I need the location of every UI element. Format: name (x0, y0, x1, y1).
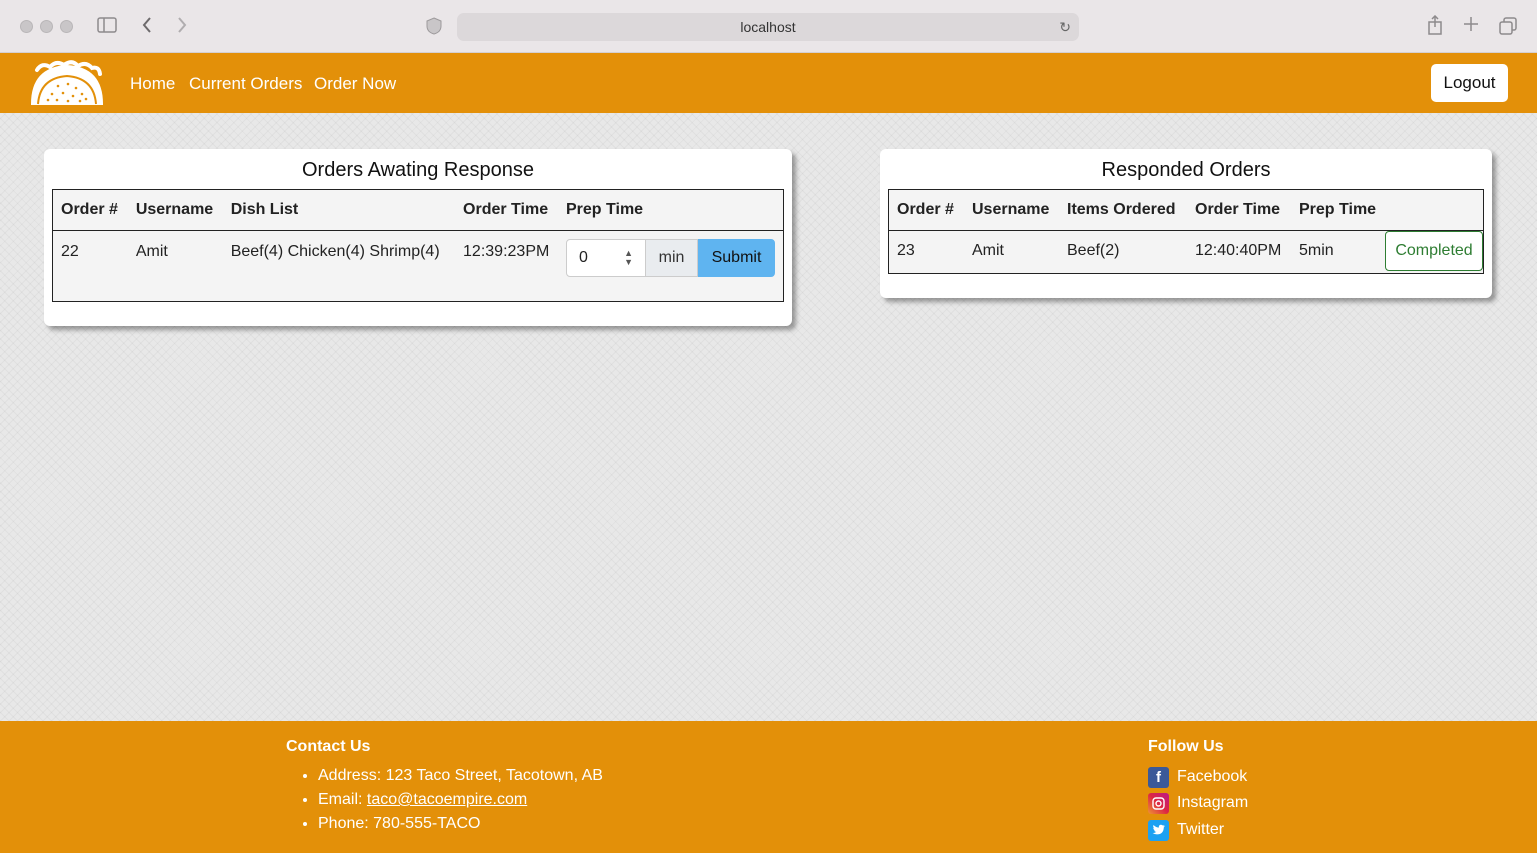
table-row: 23 Amit Beef(2) 12:40:40PM 5min Complete… (889, 230, 1483, 272)
dish-list: Beef(4) Chicken(4) Shrimp(4) (230, 242, 440, 260)
col-order-time: Order Time (1187, 190, 1291, 231)
col-username: Username (964, 190, 1059, 231)
awaiting-orders-title: Orders Awating Response (302, 159, 534, 181)
minimize-window-button[interactable] (40, 20, 53, 33)
responded-orders-card: Responded Orders Order # Username Items … (880, 149, 1492, 298)
table-row: 22 Amit Beef(4) Chicken(4) Shrimp(4) 12:… (53, 230, 783, 300)
instagram-icon (1148, 792, 1169, 814)
contact-address: Address: 123 Taco Street, Tacotown, AB (318, 764, 603, 788)
awaiting-orders-table: Order # Username Dish List Order Time Pr… (52, 189, 784, 302)
stepper-icon[interactable]: ▲ ▼ (624, 248, 633, 267)
reload-icon[interactable]: ↻ (1059, 13, 1071, 41)
prep-time-cell: 0 ▲ ▼ min Submit (558, 230, 783, 300)
prep-time-unit: min (646, 238, 698, 277)
instagram-label: Instagram (1177, 794, 1249, 811)
col-order-number: Order # (53, 190, 128, 231)
table-header-row: Order # Username Dish List Order Time Pr… (53, 190, 783, 231)
order-time: 12:39:23PM (463, 242, 550, 260)
taco-logo-icon[interactable] (28, 58, 106, 108)
share-icon[interactable] (1427, 14, 1443, 39)
col-dish-list: Dish List (222, 190, 456, 231)
prep-time-value: 0 (579, 248, 588, 266)
browser-toolbar: localhost ↻ (0, 0, 1537, 53)
awaiting-orders-card: Orders Awating Response Order # Username… (44, 149, 792, 326)
follow-us-heading: Follow Us (1148, 738, 1224, 755)
site-navbar: Home Current Orders Order Now Logout (0, 53, 1537, 113)
back-icon[interactable] (141, 16, 153, 38)
table-header-row: Order # Username Items Ordered Order Tim… (889, 190, 1483, 231)
username: Amit (135, 242, 168, 260)
twitter-label: Twitter (1177, 821, 1225, 838)
site-footer: Contact Us Address: 123 Taco Street, Tac… (0, 721, 1537, 853)
nav-order-now[interactable]: Order Now (314, 74, 396, 94)
col-status (1384, 190, 1483, 231)
contact-list: Address: 123 Taco Street, Tacotown, AB E… (286, 764, 603, 836)
close-window-button[interactable] (20, 20, 33, 33)
privacy-shield-icon (426, 17, 442, 39)
twitter-icon (1148, 819, 1169, 841)
username: Amit (972, 242, 1004, 260)
social-facebook[interactable]: f Facebook (1148, 766, 1247, 788)
status-cell: Completed (1384, 230, 1483, 272)
facebook-icon: f (1148, 766, 1169, 788)
col-prep-time: Prep Time (558, 190, 783, 231)
nav-current-orders[interactable]: Current Orders (189, 74, 302, 94)
contact-phone: Phone: 780-555-TACO (318, 812, 603, 836)
items-ordered: Beef(2) (1067, 242, 1120, 260)
email-link[interactable]: taco@tacoempire.com (367, 791, 527, 808)
main-content: Orders Awating Response Order # Username… (0, 113, 1537, 721)
contact-email: Email: taco@tacoempire.com (318, 788, 603, 812)
url-text: localhost (740, 19, 796, 35)
email-label: Email: (318, 791, 367, 808)
order-time: 12:40:40PM (1195, 242, 1282, 260)
col-username: Username (127, 190, 223, 231)
col-items-ordered: Items Ordered (1059, 190, 1187, 231)
order-number: 23 (897, 242, 915, 260)
responded-orders-table: Order # Username Items Ordered Order Tim… (888, 189, 1484, 274)
contact-us-heading: Contact Us (286, 738, 371, 755)
zoom-window-button[interactable] (60, 20, 73, 33)
nav-home[interactable]: Home (130, 74, 175, 94)
facebook-label: Facebook (1177, 768, 1248, 785)
tab-overview-icon[interactable] (1499, 17, 1517, 39)
order-number: 22 (61, 242, 79, 260)
new-tab-icon[interactable] (1463, 16, 1479, 36)
col-prep-time: Prep Time (1291, 190, 1385, 231)
forward-icon[interactable] (176, 16, 188, 38)
social-instagram[interactable]: Instagram (1148, 792, 1248, 814)
responded-orders-title: Responded Orders (1101, 159, 1271, 181)
completed-button[interactable]: Completed (1385, 231, 1483, 272)
prep-time-input-group: 0 ▲ ▼ min Submit (566, 238, 775, 277)
submit-button[interactable]: Submit (698, 238, 775, 277)
col-order-number: Order # (889, 190, 964, 231)
prep-time: 5min (1299, 242, 1334, 260)
col-order-time: Order Time (455, 190, 558, 231)
logout-button[interactable]: Logout (1431, 64, 1508, 102)
address-bar[interactable]: localhost ↻ (457, 13, 1079, 41)
social-twitter[interactable]: Twitter (1148, 819, 1224, 841)
sidebar-toggle-icon[interactable] (97, 17, 117, 37)
prep-time-input[interactable]: 0 ▲ ▼ (566, 238, 646, 277)
